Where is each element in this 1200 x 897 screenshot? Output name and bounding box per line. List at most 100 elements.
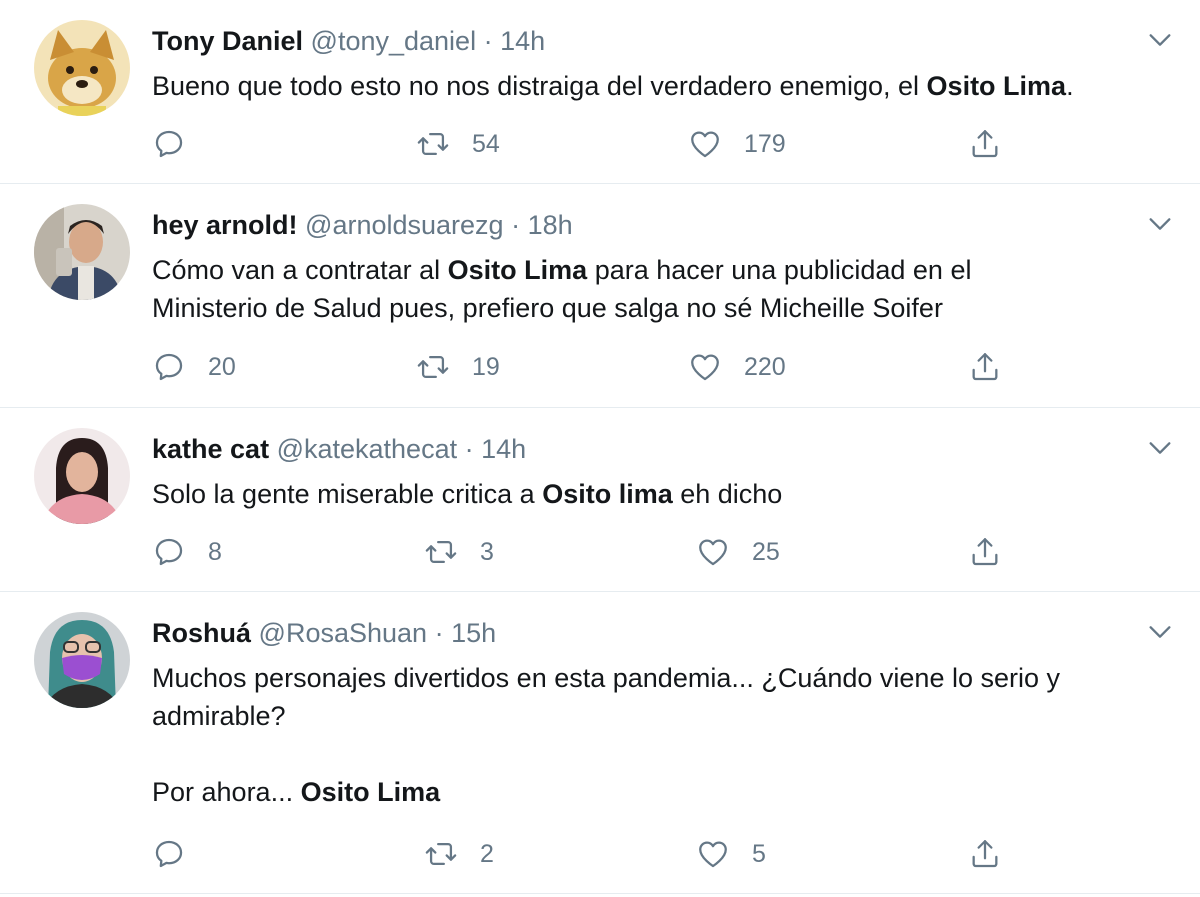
tweet-menu-button[interactable] — [1146, 618, 1174, 646]
share-button[interactable] — [968, 834, 1002, 874]
tweet-text-part: eh dicho — [672, 479, 783, 509]
heart-icon — [699, 539, 727, 566]
reply-button[interactable] — [152, 124, 208, 164]
user-handle[interactable]: @tony_daniel — [311, 26, 477, 56]
tweet[interactable]: kathe cat @katekathecat · 14h Solo la ge… — [0, 408, 1200, 592]
reply-icon — [155, 353, 183, 381]
share-button[interactable] — [968, 532, 1002, 572]
user-handle[interactable]: @katekathecat — [277, 434, 458, 464]
young-woman-avatar-icon — [34, 428, 130, 524]
reply-icon — [155, 130, 183, 158]
tweet-text-part: . — [1066, 71, 1074, 101]
tweet-menu-button[interactable] — [1146, 210, 1174, 238]
tweet-text: Cómo van a contratar al Osito Lima para … — [152, 251, 1072, 327]
avatar[interactable] — [34, 204, 130, 300]
tweet[interactable]: Roshuá @RosaShuan · 15h Muchos personaje… — [0, 592, 1200, 894]
share-button[interactable] — [968, 124, 1002, 164]
retweet-count: 3 — [480, 537, 494, 566]
avatar[interactable] — [34, 20, 130, 116]
like-button[interactable]: 179 — [688, 124, 786, 164]
retweet-button[interactable]: 2 — [424, 834, 494, 874]
tweet-text-highlight: Osito Lima — [926, 71, 1067, 101]
avatar[interactable] — [34, 428, 130, 524]
retweet-icon — [425, 540, 457, 564]
reply-button[interactable] — [152, 834, 208, 874]
reply-count: 8 — [208, 537, 222, 566]
share-icon — [972, 353, 998, 381]
reply-count: 20 — [208, 352, 236, 381]
tweet-actions: 20 19 220 — [0, 347, 1200, 387]
like-count: 25 — [752, 537, 780, 566]
user-handle[interactable]: @arnoldsuarezg — [305, 210, 504, 240]
like-button[interactable]: 220 — [688, 347, 786, 387]
tweet[interactable]: hey arnold! @arnoldsuarezg · 18h Cómo va… — [0, 184, 1200, 408]
separator: · — [511, 210, 521, 240]
share-icon — [972, 538, 998, 566]
tweet[interactable]: Tony Daniel @tony_daniel · 14h Bueno que… — [0, 0, 1200, 184]
display-name[interactable]: hey arnold! — [152, 210, 298, 240]
separator: · — [434, 618, 444, 648]
tweet-text-part: Muchos personajes divertidos en esta pan… — [152, 663, 1061, 807]
retweet-button[interactable]: 54 — [416, 124, 500, 164]
display-name[interactable]: kathe cat — [152, 434, 269, 464]
tweet-text-part: Cómo van a contratar al — [152, 255, 448, 285]
chevron-down-icon — [1149, 218, 1171, 230]
retweet-icon — [425, 842, 457, 866]
tweet-text-part: Solo la gente miserable critica a — [152, 479, 543, 509]
like-count: 220 — [744, 352, 786, 381]
heart-icon — [691, 354, 719, 381]
retweet-count: 19 — [472, 352, 500, 381]
separator: · — [464, 434, 474, 464]
heart-icon — [699, 841, 727, 868]
display-name[interactable]: Roshuá — [152, 618, 251, 648]
share-icon — [972, 840, 998, 868]
tweet-header: Roshuá @RosaShuan · 15h — [152, 616, 496, 650]
retweet-count: 2 — [480, 839, 494, 868]
like-button[interactable]: 25 — [696, 532, 780, 572]
reply-icon — [155, 538, 183, 566]
chevron-down-icon — [1149, 34, 1171, 46]
retweet-icon — [417, 355, 449, 379]
timestamp[interactable]: 14h — [481, 434, 526, 464]
tweet-text-highlight: Osito Lima — [300, 777, 441, 807]
tweet-feed: Tony Daniel @tony_daniel · 14h Bueno que… — [0, 0, 1200, 897]
reply-button[interactable]: 8 — [152, 532, 222, 572]
reply-icon — [155, 840, 183, 868]
avatar[interactable] — [34, 612, 130, 708]
tweet-text: Solo la gente miserable critica a Osito … — [152, 475, 1170, 513]
timestamp[interactable]: 14h — [500, 26, 545, 56]
timestamp[interactable]: 18h — [528, 210, 573, 240]
separator: · — [483, 26, 493, 56]
tweet-text: Muchos personajes divertidos en esta pan… — [152, 659, 1162, 811]
like-count: 5 — [752, 839, 766, 868]
share-button[interactable] — [968, 347, 1002, 387]
retweet-button[interactable]: 19 — [416, 347, 500, 387]
display-name[interactable]: Tony Daniel — [152, 26, 303, 56]
young-man-avatar-icon — [34, 204, 130, 300]
reply-button[interactable]: 20 — [152, 347, 236, 387]
heart-icon — [691, 131, 719, 158]
like-button[interactable]: 5 — [696, 834, 766, 874]
tweet-menu-button[interactable] — [1146, 26, 1174, 54]
like-count: 179 — [744, 129, 786, 158]
timestamp[interactable]: 15h — [451, 618, 496, 648]
chevron-down-icon — [1149, 442, 1171, 454]
tweet-actions: 2 5 — [0, 834, 1200, 874]
shiba-dog-avatar-icon — [34, 20, 130, 116]
user-handle[interactable]: @RosaShuan — [259, 618, 428, 648]
tweet-actions: 8 3 25 — [0, 532, 1200, 572]
tweet-actions: 54 179 — [0, 124, 1200, 164]
tweet-header: hey arnold! @arnoldsuarezg · 18h — [152, 208, 573, 242]
tweet-menu-button[interactable] — [1146, 434, 1174, 462]
chevron-down-icon — [1149, 626, 1171, 638]
masked-woman-avatar-icon — [34, 612, 130, 708]
tweet-text-part: Bueno que todo esto no nos distraiga del… — [152, 71, 927, 101]
tweet-text-highlight: Osito lima — [542, 479, 673, 509]
tweet-text-highlight: Osito Lima — [447, 255, 588, 285]
tweet-header: kathe cat @katekathecat · 14h — [152, 432, 526, 466]
retweet-icon — [417, 132, 449, 156]
retweet-count: 54 — [472, 129, 500, 158]
tweet-text: Bueno que todo esto no nos distraiga del… — [152, 67, 1170, 105]
retweet-button[interactable]: 3 — [424, 532, 494, 572]
tweet-header: Tony Daniel @tony_daniel · 14h — [152, 24, 545, 58]
